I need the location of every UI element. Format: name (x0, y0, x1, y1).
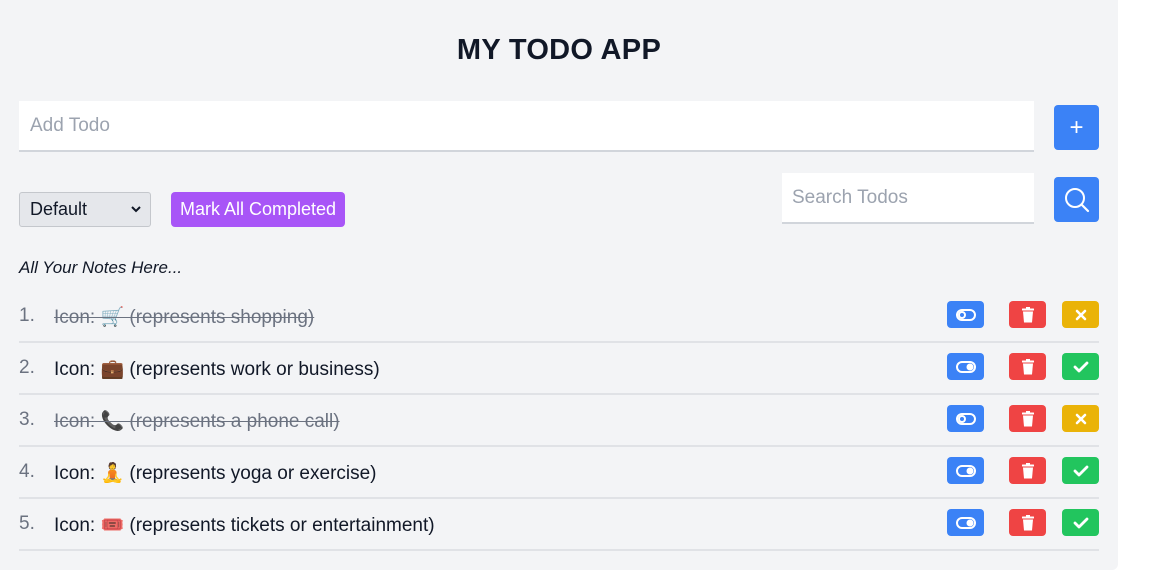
todo-row: 3. Icon: 📞 (represents a phone call) (19, 395, 1099, 447)
trash-icon (1021, 306, 1034, 322)
toggle-button[interactable] (947, 405, 984, 432)
todo-index: 2. (19, 357, 35, 378)
todo-text: Icon: 🧘 (represents yoga or exercise) (54, 463, 377, 484)
delete-button[interactable] (1009, 405, 1046, 432)
toggle-icon (955, 308, 976, 321)
complete-button[interactable] (1062, 353, 1099, 380)
toggle-icon (955, 412, 976, 425)
sort-select-value: Default (30, 199, 88, 219)
delete-button[interactable] (1009, 353, 1046, 380)
todo-list: 1. Icon: 🛒 (represents shopping) 2. Icon… (19, 291, 1099, 551)
delete-button[interactable] (1009, 509, 1046, 536)
todo-index: 4. (19, 461, 35, 482)
todo-row: 4. Icon: 🧘 (represents yoga or exercise) (19, 447, 1099, 499)
toggle-icon (955, 516, 976, 529)
toggle-button[interactable] (947, 509, 984, 536)
trash-icon (1021, 514, 1034, 530)
plus-icon: + (1069, 113, 1084, 141)
add-todo-button[interactable]: + (1054, 105, 1099, 150)
toggle-icon (955, 360, 976, 373)
todo-row: 5. Icon: 🎟️ (represents tickets or enter… (19, 499, 1099, 551)
check-icon (1073, 465, 1088, 476)
trash-icon (1021, 410, 1034, 426)
todo-text: Icon: 📞 (represents a phone call) (54, 411, 340, 432)
page-title: MY TODO APP (456, 34, 662, 66)
todo-text: Icon: 💼 (represents work or business) (54, 359, 380, 380)
sort-select[interactable]: Default (19, 192, 151, 227)
todo-index: 5. (19, 513, 35, 534)
todo-text: Icon: 🛒 (represents shopping) (54, 307, 315, 328)
x-icon (1075, 309, 1086, 320)
todo-index: 1. (19, 305, 35, 326)
search-icon (1064, 187, 1089, 212)
todo-text: Icon: 🎟️ (represents tickets or entertai… (54, 515, 435, 536)
todo-panel: MY TODO APP + Default Mark All Completed… (0, 0, 1118, 570)
notes-caption: All Your Notes Here... (19, 258, 183, 277)
undo-button[interactable] (1062, 405, 1099, 432)
todo-index: 3. (19, 409, 35, 430)
delete-button[interactable] (1009, 457, 1046, 484)
trash-icon (1021, 462, 1034, 478)
toggle-icon (955, 464, 976, 477)
todo-row: 2. Icon: 💼 (represents work or business) (19, 343, 1099, 395)
check-icon (1073, 361, 1088, 372)
trash-icon (1021, 358, 1034, 374)
x-icon (1075, 413, 1086, 424)
mark-all-completed-button[interactable]: Mark All Completed (171, 192, 345, 227)
complete-button[interactable] (1062, 509, 1099, 536)
search-input[interactable] (782, 173, 1034, 224)
toggle-button[interactable] (947, 353, 984, 380)
check-icon (1073, 517, 1088, 528)
toggle-button[interactable] (947, 457, 984, 484)
toggle-button[interactable] (947, 301, 984, 328)
chevron-down-icon (131, 206, 141, 213)
add-todo-input[interactable] (19, 101, 1034, 152)
delete-button[interactable] (1009, 301, 1046, 328)
search-button[interactable] (1054, 177, 1099, 222)
todo-row: 1. Icon: 🛒 (represents shopping) (19, 291, 1099, 343)
undo-button[interactable] (1062, 301, 1099, 328)
complete-button[interactable] (1062, 457, 1099, 484)
